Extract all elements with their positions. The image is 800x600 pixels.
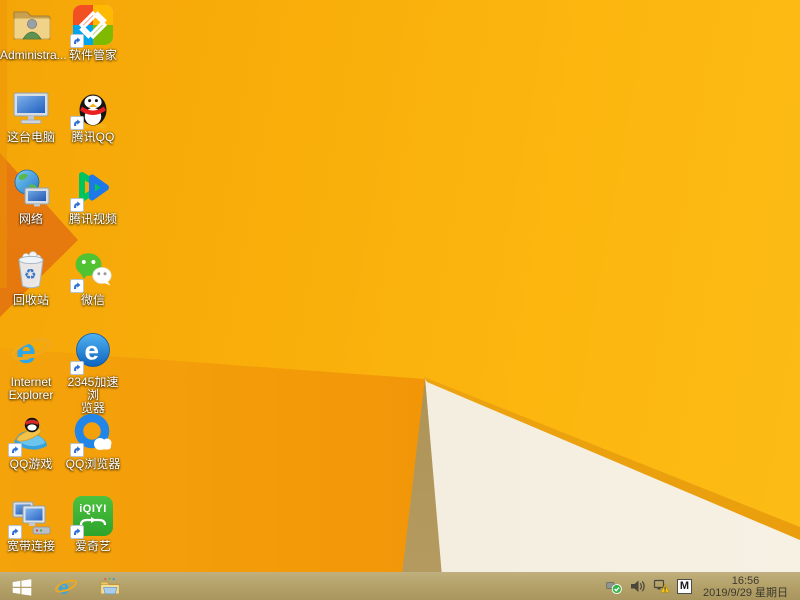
icon-label: 宽带连接: [6, 539, 55, 553]
icon-label: 腾讯视频: [68, 212, 117, 226]
input-method-indicator[interactable]: M: [677, 579, 692, 594]
desktop-icon-internet-explorer[interactable]: e Internet Explorer: [0, 330, 62, 402]
globe-network-icon: [9, 167, 53, 211]
taskbar-clock[interactable]: 16:56 2019/9/29 星期日: [699, 575, 792, 599]
shortcut-arrow-icon: [70, 525, 84, 539]
shortcut-arrow-icon: [70, 279, 84, 293]
qq-penguin-icon: [70, 85, 115, 130]
folder-user-icon: [9, 3, 53, 47]
icon-label: QQ游戏: [9, 457, 53, 471]
2345-browser-icon: e: [70, 330, 115, 375]
desktop-icon-wechat[interactable]: 微信: [62, 248, 124, 307]
shortcut-arrow-icon: [8, 443, 22, 457]
svg-text:e: e: [58, 576, 69, 598]
ie-icon: e: [9, 330, 53, 374]
desktop-icon-qq-browser[interactable]: QQ浏览器: [62, 412, 124, 471]
desktop-icon-software-manager[interactable]: 软件管家: [62, 3, 124, 62]
icon-label: 微信: [80, 293, 105, 307]
desktop-icon-iqiyi[interactable]: iQIYI 爱奇艺: [62, 494, 124, 553]
desktop-icon-network[interactable]: 网络: [0, 167, 62, 226]
computer-icon: [9, 85, 53, 129]
desktop-icon-administrator-folder[interactable]: Administra...: [0, 3, 67, 62]
file-explorer-icon: [100, 577, 120, 594]
ie-icon: e: [55, 576, 77, 598]
icon-label: 腾讯QQ: [71, 130, 115, 144]
icon-label: Internet Explorer: [8, 375, 54, 402]
desktop-icon-2345-browser[interactable]: e 2345加速浏 览器: [62, 330, 124, 415]
shortcut-arrow-icon: [70, 198, 84, 212]
icon-label: 软件管家: [68, 48, 117, 62]
icon-label: Administra...: [0, 48, 67, 62]
icon-label: 网络: [18, 212, 43, 226]
start-button[interactable]: [0, 573, 44, 600]
iqiyi-icon: iQIYI: [70, 494, 115, 539]
recycle-bin-icon: ♻: [9, 248, 53, 292]
qq-browser-icon: [70, 412, 115, 457]
icon-label: 2345加速浏 览器: [67, 375, 119, 415]
shortcut-arrow-icon: [70, 34, 84, 48]
shortcut-arrow-icon: [8, 525, 22, 539]
safely-remove-hardware-icon[interactable]: [605, 578, 622, 595]
windows-logo-icon: [12, 578, 32, 596]
recycle-symbol: ♻: [24, 266, 37, 282]
taskbar-ie-button[interactable]: e: [44, 573, 88, 600]
system-tray: M 16:56 2019/9/29 星期日: [605, 575, 800, 599]
svg-text:e: e: [16, 330, 36, 371]
taskbar-file-explorer-button[interactable]: [88, 573, 132, 600]
broadband-icon: [8, 494, 53, 539]
shortcut-arrow-icon: [70, 443, 84, 457]
svg-text:e: e: [85, 336, 99, 366]
icon-label: 爱奇艺: [74, 539, 111, 553]
shortcut-arrow-icon: [70, 116, 84, 130]
clock-date: 2019/9/29 星期日: [703, 586, 788, 599]
desktop-icon-this-pc[interactable]: 这台电脑: [0, 85, 62, 144]
desktop-icon-tencent-qq[interactable]: 腾讯QQ: [62, 85, 124, 144]
shortcut-arrow-icon: [70, 361, 84, 375]
icon-label: QQ浏览器: [65, 457, 121, 471]
taskbar: e M 16:56 2019/9/29 星期日: [0, 572, 800, 600]
desktop: Administra... 这台电脑 网络 ♻ 回收站 e Internet E…: [0, 0, 800, 600]
network-warning-icon[interactable]: [653, 578, 670, 595]
desktop-icon-recycle-bin[interactable]: ♻ 回收站: [0, 248, 62, 307]
qq-game-icon: [8, 412, 53, 457]
software-manager-icon: [70, 3, 115, 48]
icon-label: 回收站: [12, 293, 49, 307]
tencent-video-icon: [70, 167, 115, 212]
icon-label: 这台电脑: [6, 130, 55, 144]
desktop-icon-broadband-connection[interactable]: 宽带连接: [0, 494, 62, 553]
iqiyi-wordmark: iQIYI: [79, 503, 107, 515]
wechat-icon: [70, 248, 115, 293]
volume-icon[interactable]: [629, 578, 646, 595]
clock-time: 16:56: [731, 574, 760, 587]
desktop-icon-qq-game[interactable]: QQ游戏: [0, 412, 62, 471]
desktop-icon-tencent-video[interactable]: 腾讯视频: [62, 167, 124, 226]
